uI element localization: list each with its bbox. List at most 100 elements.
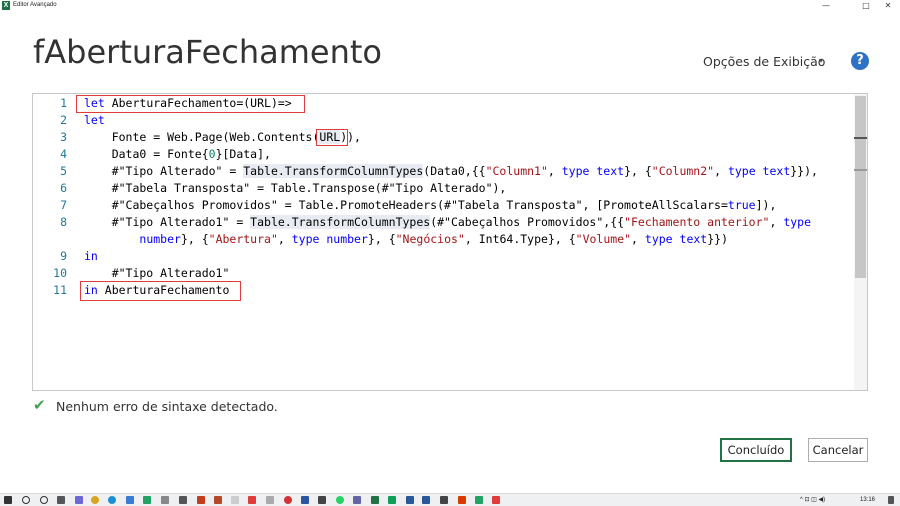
code-line[interactable]: #"Tipo Alterado1" = Table.TransformColum…	[84, 214, 811, 231]
line-number: 1	[60, 96, 67, 110]
taskbar-app-icon[interactable]	[388, 496, 396, 504]
search-icon[interactable]	[22, 496, 30, 504]
code-token: 0	[208, 147, 216, 161]
taskbar-app-icon[interactable]	[458, 496, 466, 504]
line-number: 11	[53, 283, 67, 297]
word-icon[interactable]	[422, 496, 430, 504]
cancel-button[interactable]: Cancelar	[808, 438, 868, 462]
code-token: "Column2"	[651, 164, 715, 178]
cortana-icon[interactable]	[40, 496, 48, 504]
code-line[interactable]: Data0 = Fonte{0}[Data],	[84, 146, 271, 163]
windows-start-icon[interactable]	[4, 496, 12, 504]
taskbar-app-icon[interactable]	[406, 496, 414, 504]
taskbar-app-icon[interactable]	[126, 496, 134, 504]
code-token: "Volume"	[575, 232, 632, 246]
code-line[interactable]: number}, {"Abertura", type number}, {"Ne…	[84, 231, 728, 248]
taskbar-app-icon[interactable]	[248, 496, 256, 504]
taskbar-app-icon[interactable]	[318, 496, 326, 504]
code-line[interactable]: let	[84, 112, 105, 129]
taskbar-app-icon[interactable]	[197, 496, 205, 504]
system-tray-icons[interactable]: ^ ⊡ ◫ ◀)	[800, 495, 825, 505]
maximize-button[interactable]: □	[855, 0, 877, 12]
code-token: ,	[547, 164, 562, 178]
help-icon[interactable]: ?	[851, 52, 869, 70]
line-number: 8	[60, 215, 67, 229]
code-token: }, {	[367, 232, 396, 246]
scrollbar-marker	[854, 137, 867, 139]
code-token: ,	[631, 232, 645, 246]
taskbar-app-icon[interactable]	[143, 496, 151, 504]
taskbar-app-icon[interactable]	[440, 496, 448, 504]
chrome-icon[interactable]	[91, 496, 99, 504]
taskbar-app-icon[interactable]	[161, 496, 169, 504]
highlight-box-function-signature	[76, 95, 305, 113]
code-token: }, {	[624, 164, 652, 178]
code-line[interactable]: #"Tabela Transposta" = Table.Transpose(#…	[84, 180, 507, 197]
scrollbar-thumb[interactable]	[855, 96, 866, 278]
excel-app-icon: X	[2, 1, 10, 10]
window-title: Editor Avançado	[13, 2, 57, 8]
code-token: #"Tabela Transposta" = Table.Transpose(#…	[84, 181, 507, 195]
code-token: ,	[769, 215, 784, 229]
notification-icon[interactable]	[888, 496, 894, 504]
check-icon: ✔	[33, 396, 46, 414]
taskbar-app-icon[interactable]	[301, 496, 309, 504]
code-token: }[Data],	[215, 147, 271, 161]
code-token: type number	[291, 232, 368, 246]
code-token: #"Tipo Alterado1" =	[84, 215, 251, 229]
display-options-menu[interactable]: Opções de Exibição	[703, 54, 825, 70]
taskbar: ^ ⊡ ◫ ◀) 13:16	[0, 493, 900, 506]
code-token: #"Tipo Alterado1"	[84, 266, 230, 280]
code-token: type text	[561, 164, 625, 178]
code-token: #"Tipo Alterado" =	[84, 164, 244, 178]
syntax-status: Nenhum erro de sintaxe detectado.	[56, 399, 278, 414]
code-token: type text	[727, 164, 791, 178]
excel-icon[interactable]	[371, 496, 379, 504]
close-button[interactable]: ✕	[877, 0, 899, 12]
edge-icon[interactable]	[108, 496, 116, 504]
code-token: ]),	[755, 198, 777, 212]
line-number: 4	[60, 147, 67, 161]
code-token: ,	[714, 164, 728, 178]
task-view-icon[interactable]	[57, 496, 65, 504]
done-button[interactable]: Concluído	[720, 438, 792, 462]
code-token: , Int64.Type}, {	[464, 232, 576, 246]
taskbar-app-icon[interactable]	[492, 496, 500, 504]
code-token: Data0 = Fonte{	[84, 147, 209, 161]
line-number: 2	[60, 113, 67, 127]
line-number: 5	[60, 164, 67, 178]
code-token: Fonte = Web.Page(Web.Contents(	[84, 130, 320, 144]
highlight-box-url-parameter	[316, 129, 348, 146]
taskbar-app-icon[interactable]	[179, 496, 187, 504]
taskbar-app-icon[interactable]	[353, 496, 361, 504]
code-token: "Negócios"	[395, 232, 465, 246]
chevron-down-icon[interactable]: ▾	[819, 55, 823, 67]
taskbar-app-icon[interactable]	[75, 496, 83, 504]
taskbar-app-icon[interactable]	[284, 496, 292, 504]
code-line[interactable]: #"Cabeçalhos Promovidos" = Table.Promote…	[84, 197, 777, 214]
code-token: "Fechamento anterior"	[624, 215, 770, 229]
code-token: Table.TransformColumnTypes	[243, 164, 424, 178]
whatsapp-icon[interactable]	[336, 496, 344, 504]
vertical-scrollbar[interactable]	[854, 94, 867, 390]
code-token: true	[727, 198, 756, 212]
code-token: }}),	[790, 164, 818, 178]
scrollbar-marker	[854, 169, 867, 171]
highlight-box-in-statement	[80, 281, 241, 301]
taskbar-clock: 13:16	[860, 497, 876, 503]
code-line[interactable]: #"Tipo Alterado1"	[84, 265, 230, 282]
line-number-gutter: 1 2 3 4 5 6 7 8 9 10 11	[33, 94, 73, 390]
taskbar-app-icon[interactable]	[231, 496, 239, 504]
line-number: 9	[60, 249, 67, 263]
taskbar-app-icon[interactable]	[475, 496, 483, 504]
code-token: type	[783, 215, 812, 229]
line-number: 10	[53, 266, 67, 280]
code-line[interactable]: #"Tipo Alterado" = Table.TransformColumn…	[84, 163, 818, 180]
code-line[interactable]: in	[84, 248, 98, 265]
code-editor[interactable]: 1 2 3 4 5 6 7 8 9 10 11 let AberturaFechamento=(UR…	[32, 93, 868, 391]
powerpoint-icon[interactable]	[214, 496, 222, 504]
taskbar-app-icon[interactable]	[266, 496, 274, 504]
code-token: in	[84, 249, 98, 263]
minimize-button[interactable]: —	[815, 0, 837, 12]
